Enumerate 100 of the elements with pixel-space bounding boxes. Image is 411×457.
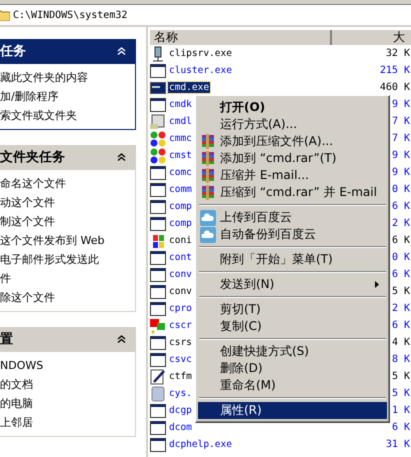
file-window-icon (150, 402, 166, 418)
file-screens-icon (150, 318, 166, 334)
file-name[interactable]: ctfm (168, 371, 193, 382)
folder-icon (0, 9, 10, 21)
books-stack-icon (200, 150, 216, 166)
collapse-icon[interactable] (117, 153, 126, 161)
file-name[interactable]: csrs (168, 337, 193, 348)
menu-item[interactable]: 复制(C) (198, 318, 387, 335)
file-name[interactable]: csvc (168, 354, 193, 365)
address-path: C:\WINDOWS\system32 (13, 10, 128, 20)
file-window-icon (150, 96, 166, 112)
file-plug-icon (150, 46, 166, 62)
file-size: 0 K (392, 252, 411, 263)
task-link[interactable]: 命名这个文件 (0, 174, 106, 193)
menu-item[interactable]: 压缩并 E-mail... (198, 167, 387, 184)
menu-item[interactable]: 自动备份到百度云 (198, 226, 387, 243)
file-name[interactable]: dcgp (168, 405, 193, 416)
menu-item[interactable]: 重命名(M) (198, 377, 387, 394)
file-name[interactable]: cscr (168, 320, 193, 331)
file-name[interactable]: cmd.exe (168, 82, 210, 93)
menu-item[interactable]: 发送到(N) (198, 276, 387, 293)
menu-item[interactable]: 剪切(T) (198, 301, 387, 318)
file-name[interactable]: comc (168, 167, 193, 178)
panel-title: 置 (0, 331, 13, 348)
file-name[interactable]: cpro (168, 303, 193, 314)
file-name[interactable]: cont (168, 252, 193, 263)
file-name[interactable]: cmst (168, 150, 193, 161)
file-name[interactable]: conv (168, 269, 193, 280)
task-link[interactable]: 电子邮件形式发送此件 (0, 250, 106, 288)
file-name[interactable]: comm (168, 184, 193, 195)
menu-item[interactable]: 运行方式(A)... (198, 116, 387, 133)
menu-item[interactable]: 添加到压缩文件(A)... (198, 133, 387, 150)
menu-item[interactable]: 打开(O) (198, 99, 387, 116)
file-name[interactable]: cmdk (168, 99, 193, 110)
task-link[interactable]: NDOWS (0, 356, 106, 375)
file-size: 6 K (392, 422, 411, 433)
file-size: 2 K (392, 218, 411, 229)
file-squares-icon (150, 232, 166, 248)
file-size: 460 K (380, 82, 411, 93)
file-size: 0 K (392, 184, 411, 195)
collapse-icon[interactable] (117, 335, 126, 343)
file-window-icon (150, 164, 166, 180)
menu-item[interactable]: 添加到 “cmd.rar”(T) (198, 150, 387, 167)
file-name[interactable]: comp (168, 218, 193, 229)
submenu-arrow-icon (375, 281, 379, 288)
menu-item[interactable]: 创建快捷方式(S) (198, 343, 387, 360)
file-dots-icon (150, 148, 166, 164)
file-pen-icon (150, 368, 166, 384)
file-size: 9 K (392, 150, 411, 161)
file-name[interactable]: cluster.exe (168, 65, 233, 76)
task-link[interactable]: 这个文件发布到 Web (0, 231, 106, 250)
task-link[interactable]: 制这个文件 (0, 212, 106, 231)
file-name[interactable]: dcom (168, 422, 193, 433)
task-link[interactable]: 动这个文件 (0, 193, 106, 212)
task-link[interactable]: 藏此文件夹的内容 (0, 68, 106, 87)
file-name[interactable]: clipsrv.exe (168, 48, 233, 59)
file-name[interactable]: conv (168, 286, 193, 297)
file-window-icon (150, 334, 166, 350)
file-window-icon (150, 62, 166, 78)
task-link[interactable]: 除这个文件 (0, 288, 106, 307)
column-header[interactable]: 名称 (150, 30, 332, 45)
file-window-icon (150, 300, 166, 316)
menu-item[interactable]: 附到「开始」菜单(T) (198, 251, 387, 268)
menu-item[interactable]: 压缩到 “cmd.rar” 并 E-mail (198, 184, 387, 201)
file-name[interactable]: coni (168, 235, 193, 246)
file-name[interactable]: comp (168, 201, 193, 212)
task-link[interactable]: 索文件或文件夹 (0, 106, 106, 125)
file-window-icon (150, 198, 166, 214)
books-stack-icon (200, 184, 216, 200)
file-name[interactable]: cmmc (168, 133, 193, 144)
task-link[interactable]: 上邻居 (0, 413, 106, 432)
menu-item[interactable]: 删除(D) (198, 360, 387, 377)
menu-item[interactable]: 属性(R) (198, 402, 387, 419)
file-window-icon (150, 284, 166, 300)
file-console-icon (150, 80, 166, 96)
file-size: 8 K (392, 354, 411, 365)
file-window-icon (150, 436, 166, 452)
file-name[interactable]: cys. (168, 388, 193, 399)
file-size: 2 K (392, 303, 411, 314)
file-window-icon (150, 250, 166, 266)
menu-item[interactable]: 上传到百度云 (198, 209, 387, 226)
file-size: 5 K (392, 286, 411, 297)
file-size: 31 K (386, 439, 411, 450)
file-name[interactable]: cmdl (168, 116, 193, 127)
file-size: 5 K (392, 371, 411, 382)
task-link[interactable]: 加/删除程序 (0, 87, 106, 106)
column-header[interactable]: 大 (332, 30, 411, 45)
task-link[interactable]: 的电脑 (0, 394, 106, 413)
panel-header[interactable]: 文件夹任务 (0, 145, 136, 169)
file-computer-icon (150, 386, 166, 402)
file-size: 7 K (392, 133, 411, 144)
panel-header[interactable]: 置 (0, 327, 136, 351)
file-window-icon (150, 352, 166, 368)
address-bar[interactable]: C:\WINDOWS\system32 (0, 5, 411, 27)
task-link[interactable]: 的文档 (0, 375, 106, 394)
panel-title: 文件夹任务 (0, 148, 65, 166)
books-stack-icon (200, 168, 216, 184)
file-size: 6 K (392, 269, 411, 280)
file-name[interactable]: dcphelp.exe (168, 439, 233, 450)
cloud-icon (200, 210, 216, 226)
